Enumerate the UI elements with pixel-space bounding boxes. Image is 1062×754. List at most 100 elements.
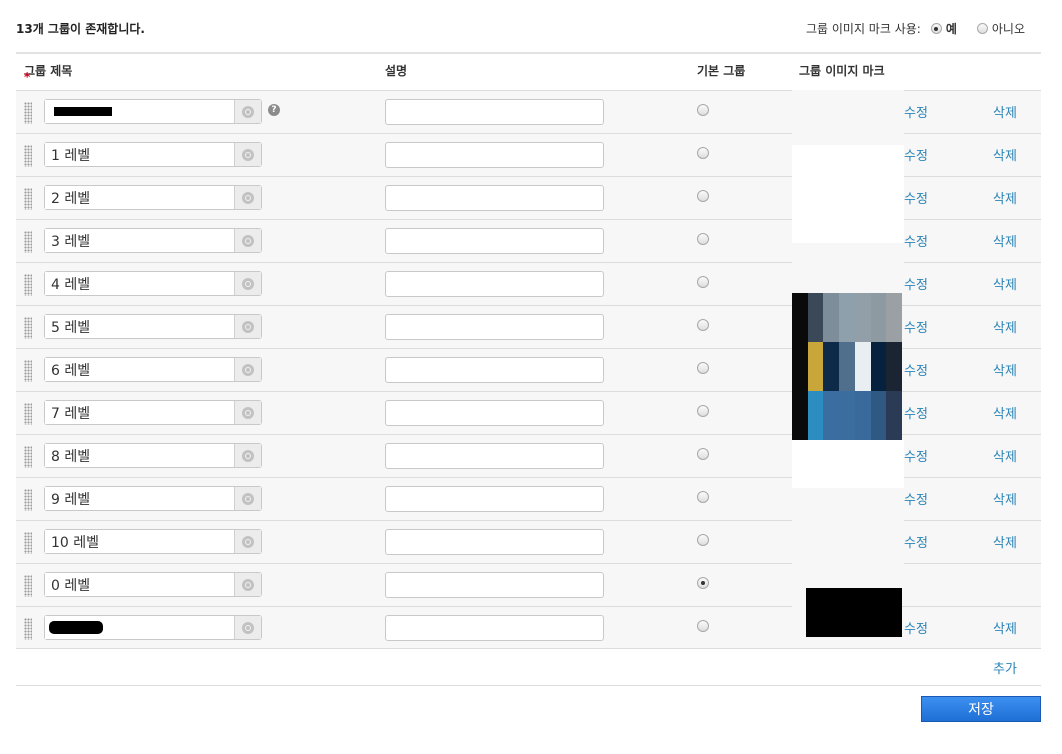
group-title-field[interactable] bbox=[44, 228, 262, 253]
group-title-input[interactable] bbox=[45, 401, 235, 424]
edit-mark-link[interactable]: 수정 bbox=[904, 360, 928, 379]
group-title-input[interactable] bbox=[45, 272, 235, 295]
default-group-radio[interactable] bbox=[697, 491, 709, 503]
mark-usage-no-option[interactable]: 아니오 bbox=[976, 20, 1025, 37]
drag-handle-icon[interactable] bbox=[24, 575, 32, 597]
translate-button[interactable] bbox=[235, 315, 261, 338]
translate-button[interactable] bbox=[235, 487, 261, 510]
group-title-field[interactable] bbox=[44, 185, 262, 210]
default-group-radio[interactable] bbox=[697, 104, 709, 116]
group-title-field[interactable] bbox=[44, 443, 262, 468]
drag-handle-icon[interactable] bbox=[24, 188, 32, 210]
delete-group-link[interactable]: 삭제 bbox=[993, 145, 1017, 164]
drag-handle-icon[interactable] bbox=[24, 489, 32, 511]
group-description-input[interactable] bbox=[385, 185, 604, 211]
drag-handle-icon[interactable] bbox=[24, 532, 32, 554]
drag-handle-icon[interactable] bbox=[24, 618, 32, 640]
delete-group-link[interactable]: 삭제 bbox=[993, 489, 1017, 508]
edit-mark-link[interactable]: 수정 bbox=[904, 446, 928, 465]
delete-group-link[interactable]: 삭제 bbox=[993, 360, 1017, 379]
group-description-input[interactable] bbox=[385, 443, 604, 469]
group-title-input[interactable] bbox=[45, 186, 235, 209]
group-title-field[interactable] bbox=[44, 400, 262, 425]
delete-group-link[interactable]: 삭제 bbox=[993, 618, 1017, 637]
edit-mark-link[interactable]: 수정 bbox=[904, 102, 928, 121]
edit-mark-link[interactable]: 수정 bbox=[904, 489, 928, 508]
delete-group-link[interactable]: 삭제 bbox=[993, 188, 1017, 207]
edit-mark-link[interactable]: 수정 bbox=[904, 231, 928, 250]
group-description-input[interactable] bbox=[385, 357, 604, 383]
save-button[interactable]: 저장 bbox=[921, 696, 1041, 722]
group-title-input[interactable] bbox=[45, 229, 235, 252]
group-title-field[interactable] bbox=[44, 529, 262, 554]
translate-button[interactable] bbox=[235, 573, 261, 596]
group-title-field[interactable] bbox=[44, 271, 262, 296]
delete-group-link[interactable]: 삭제 bbox=[993, 403, 1017, 422]
group-title-input[interactable] bbox=[45, 487, 235, 510]
help-icon[interactable]: ? bbox=[268, 104, 280, 116]
drag-handle-icon[interactable] bbox=[24, 274, 32, 296]
group-title-input[interactable] bbox=[45, 444, 235, 467]
default-group-radio[interactable] bbox=[697, 448, 709, 460]
default-group-radio[interactable] bbox=[697, 147, 709, 159]
drag-handle-icon[interactable] bbox=[24, 446, 32, 468]
group-title-field[interactable] bbox=[44, 486, 262, 511]
default-group-radio[interactable] bbox=[697, 362, 709, 374]
default-group-radio[interactable] bbox=[697, 190, 709, 202]
group-title-field[interactable] bbox=[44, 572, 262, 597]
group-description-input[interactable] bbox=[385, 529, 604, 555]
group-description-input[interactable] bbox=[385, 572, 604, 598]
default-group-radio[interactable] bbox=[697, 233, 709, 245]
translate-button[interactable] bbox=[235, 186, 261, 209]
edit-mark-link[interactable]: 수정 bbox=[904, 403, 928, 422]
delete-group-link[interactable]: 삭제 bbox=[993, 317, 1017, 336]
delete-group-link[interactable]: 삭제 bbox=[993, 274, 1017, 293]
group-title-input[interactable] bbox=[45, 358, 235, 381]
edit-mark-link[interactable]: 수정 bbox=[904, 274, 928, 293]
translate-button[interactable] bbox=[235, 358, 261, 381]
edit-mark-link[interactable]: 수정 bbox=[904, 145, 928, 164]
edit-mark-link[interactable]: 수정 bbox=[904, 532, 928, 551]
default-group-radio[interactable] bbox=[697, 534, 709, 546]
drag-handle-icon[interactable] bbox=[24, 403, 32, 425]
default-group-radio[interactable] bbox=[697, 276, 709, 288]
drag-handle-icon[interactable] bbox=[24, 102, 32, 124]
group-title-field[interactable] bbox=[44, 142, 262, 167]
group-description-input[interactable] bbox=[385, 228, 604, 254]
edit-mark-link[interactable]: 수정 bbox=[904, 618, 928, 637]
translate-button[interactable] bbox=[235, 272, 261, 295]
group-description-input[interactable] bbox=[385, 314, 604, 340]
mark-usage-yes-radio[interactable] bbox=[930, 23, 942, 34]
default-group-radio[interactable] bbox=[697, 319, 709, 331]
group-title-field[interactable] bbox=[44, 357, 262, 382]
drag-handle-icon[interactable] bbox=[24, 145, 32, 167]
translate-button[interactable] bbox=[235, 444, 261, 467]
translate-button[interactable] bbox=[235, 530, 261, 553]
delete-group-link[interactable]: 삭제 bbox=[993, 532, 1017, 551]
mark-usage-yes-option[interactable]: 예 bbox=[930, 20, 957, 37]
group-description-input[interactable] bbox=[385, 615, 604, 641]
translate-button[interactable] bbox=[235, 143, 261, 166]
delete-group-link[interactable]: 삭제 bbox=[993, 102, 1017, 121]
group-description-input[interactable] bbox=[385, 486, 604, 512]
group-title-input[interactable] bbox=[45, 573, 235, 596]
translate-button[interactable] bbox=[235, 229, 261, 252]
default-group-radio[interactable] bbox=[697, 405, 709, 417]
default-group-radio[interactable] bbox=[697, 577, 709, 589]
group-title-field[interactable] bbox=[44, 314, 262, 339]
drag-handle-icon[interactable] bbox=[24, 317, 32, 339]
group-title-field[interactable] bbox=[44, 99, 262, 124]
add-group-link[interactable]: 추가 bbox=[993, 658, 1017, 677]
edit-mark-link[interactable]: 수정 bbox=[904, 317, 928, 336]
group-title-input[interactable] bbox=[45, 315, 235, 338]
edit-mark-link[interactable]: 수정 bbox=[904, 188, 928, 207]
mark-usage-no-radio[interactable] bbox=[976, 23, 988, 34]
translate-button[interactable] bbox=[235, 100, 261, 123]
default-group-radio[interactable] bbox=[697, 620, 709, 632]
group-title-field[interactable] bbox=[44, 615, 262, 640]
group-title-input[interactable] bbox=[45, 143, 235, 166]
group-title-input[interactable] bbox=[45, 530, 235, 553]
delete-group-link[interactable]: 삭제 bbox=[993, 446, 1017, 465]
drag-handle-icon[interactable] bbox=[24, 360, 32, 382]
group-description-input[interactable] bbox=[385, 400, 604, 426]
